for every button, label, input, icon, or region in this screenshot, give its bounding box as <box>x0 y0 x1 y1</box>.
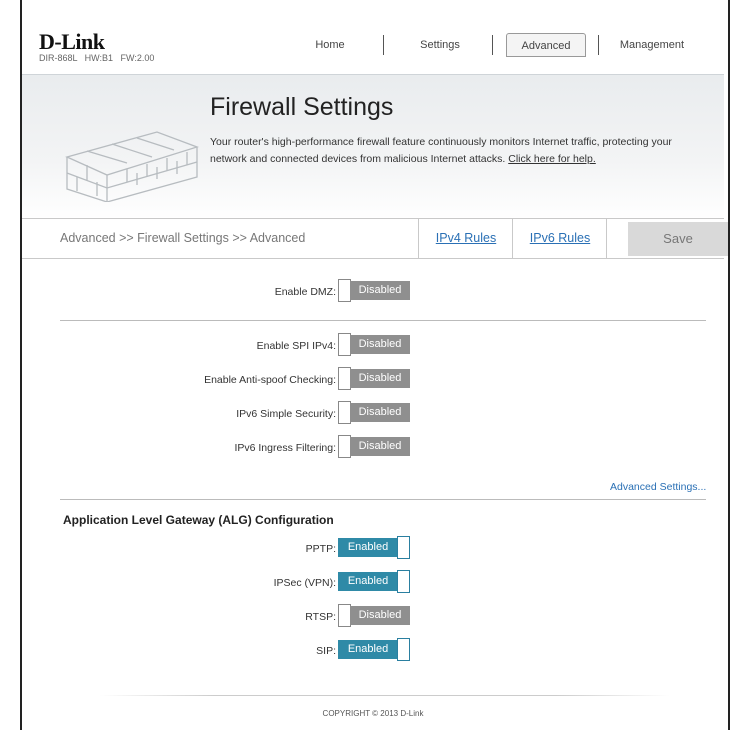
breadcrumb-bar: Advanced >> Firewall Settings >> Advance… <box>22 218 728 259</box>
rtsp-toggle[interactable]: Disabled <box>338 604 410 627</box>
copyright: COPYRIGHT © 2013 D-Link <box>322 709 424 718</box>
enable-spi-ipv4-label: Enable SPI IPv4: <box>256 340 336 352</box>
sip-toggle[interactable]: Enabled <box>338 638 410 661</box>
rtsp-label: RTSP: <box>305 611 336 623</box>
sip-label: SIP: <box>316 645 336 657</box>
enable-dmz-toggle[interactable]: Disabled <box>338 279 410 302</box>
toggle-state: Enabled <box>338 572 398 591</box>
anti-spoof-label: Enable Anti-spoof Checking: <box>204 374 336 386</box>
toggle-state: Disabled <box>350 437 410 456</box>
toggle-state: Disabled <box>350 606 410 625</box>
toggle-state: Disabled <box>350 369 410 388</box>
toggle-state: Enabled <box>338 640 398 659</box>
alg-section-title: Application Level Gateway (ALG) Configur… <box>63 513 334 527</box>
description-text: Your router's high-performance firewall … <box>210 136 672 165</box>
page-title: Firewall Settings <box>210 93 394 121</box>
toggle-knob <box>397 638 410 661</box>
nav-settings[interactable]: Settings <box>410 33 470 57</box>
breadcrumb: Advanced >> Firewall Settings >> Advance… <box>60 231 306 245</box>
anti-spoof-toggle[interactable]: Disabled <box>338 367 410 390</box>
section-divider <box>60 320 706 321</box>
hero-banner: Firewall Settings Your router's high-per… <box>22 74 724 219</box>
top-nav: Home Settings Advanced Management <box>0 33 736 57</box>
enable-dmz-label: Enable DMZ: <box>274 286 336 298</box>
ipv6-ingress-filtering-toggle[interactable]: Disabled <box>338 435 410 458</box>
ipsec-vpn-toggle[interactable]: Enabled <box>338 570 410 593</box>
nav-management[interactable]: Management <box>612 33 692 57</box>
nav-separator <box>492 35 493 55</box>
ipv6-rules-link[interactable]: IPv6 Rules <box>512 219 607 258</box>
toggle-state: Enabled <box>338 538 398 557</box>
toggle-state: Disabled <box>350 403 410 422</box>
footer-divider <box>100 695 670 696</box>
ipv6-simple-security-label: IPv6 Simple Security: <box>236 408 336 420</box>
toggle-state: Disabled <box>350 281 410 300</box>
toggle-knob <box>397 570 410 593</box>
tab-divider <box>606 219 607 258</box>
firewall-brick-icon <box>65 131 200 202</box>
toggle-state: Disabled <box>350 335 410 354</box>
help-link[interactable]: Click here for help. <box>508 153 596 165</box>
nav-separator <box>383 35 384 55</box>
ipv6-ingress-filtering-label: IPv6 Ingress Filtering: <box>234 442 336 454</box>
section-divider <box>60 499 706 500</box>
toggle-knob <box>397 536 410 559</box>
nav-advanced[interactable]: Advanced <box>506 33 586 57</box>
pptp-toggle[interactable]: Enabled <box>338 536 410 559</box>
advanced-settings-link[interactable]: Advanced Settings... <box>610 481 706 493</box>
enable-spi-ipv4-toggle[interactable]: Disabled <box>338 333 410 356</box>
ipv4-rules-link[interactable]: IPv4 Rules <box>418 219 513 258</box>
nav-home[interactable]: Home <box>300 33 360 57</box>
pptp-label: PPTP: <box>305 543 336 555</box>
page-description: Your router's high-performance firewall … <box>210 134 705 168</box>
save-button[interactable]: Save <box>628 222 728 256</box>
nav-separator <box>598 35 599 55</box>
ipsec-vpn-label: IPSec (VPN): <box>273 577 336 589</box>
ipv6-simple-security-toggle[interactable]: Disabled <box>338 401 410 424</box>
